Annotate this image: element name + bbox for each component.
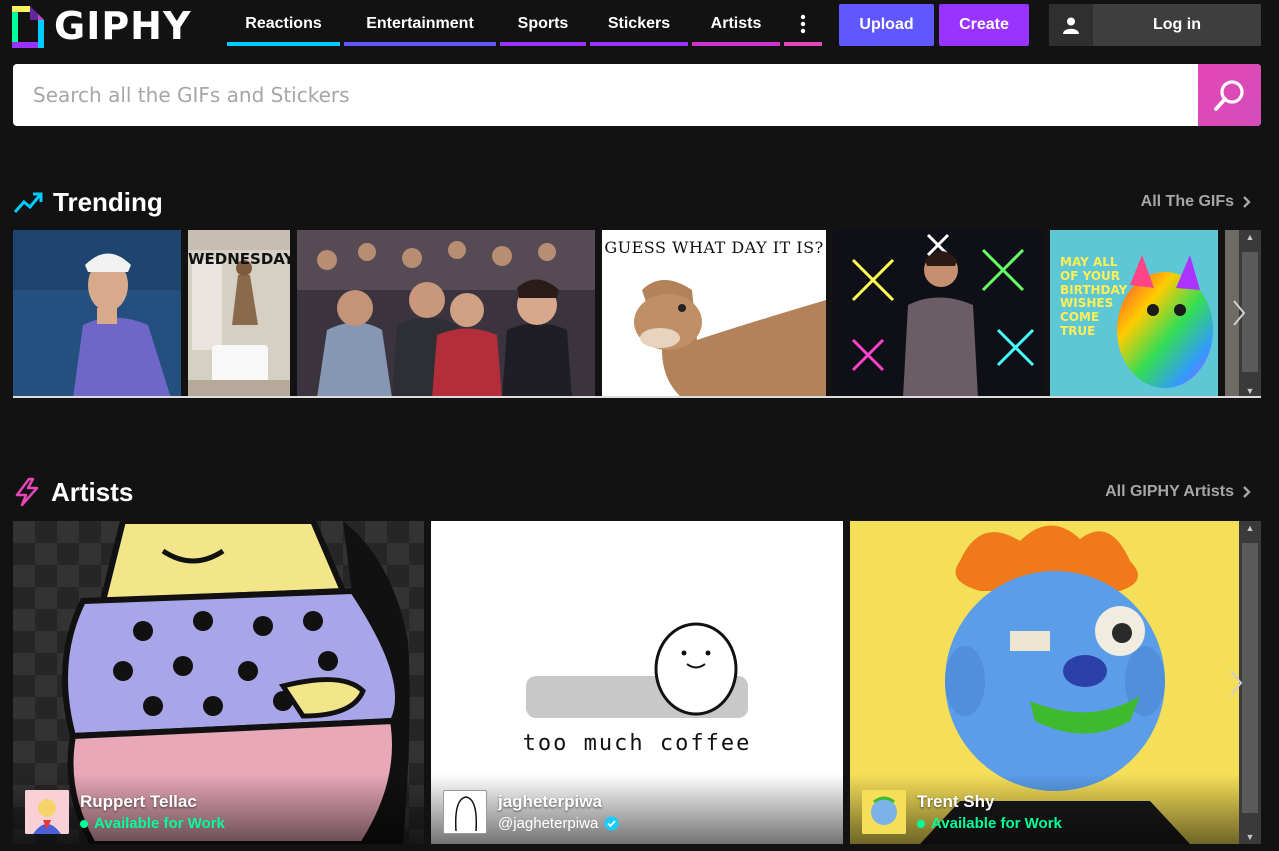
artist-handle[interactable]: @jagheterpiwa bbox=[498, 815, 598, 832]
artist-card-jagheterpiwa[interactable]: too much coffee jagheterpiwa @jagheterpi… bbox=[431, 521, 843, 844]
giphy-wordmark: GIPHY bbox=[54, 4, 192, 48]
nav-reactions-label: Reactions bbox=[245, 15, 322, 32]
nav-reactions-underline bbox=[227, 42, 340, 46]
header: GIPHY Reactions Entertainment Sports Sti… bbox=[0, 0, 1279, 56]
main-nav: Reactions Entertainment Sports Stickers … bbox=[227, 0, 826, 48]
artist-card-footer bbox=[850, 774, 1261, 844]
artists-header: Artists All GIPHY Artists bbox=[13, 472, 1261, 512]
nav-stickers-label: Stickers bbox=[607, 15, 671, 32]
artist-card-ruppert-tellac[interactable]: Ruppert Tellac Available for Work bbox=[13, 521, 424, 844]
carousel-next-icon[interactable] bbox=[1231, 298, 1247, 328]
scroll-up-arrow-icon[interactable]: ▲ bbox=[1239, 230, 1261, 244]
trending-gif-dancer[interactable] bbox=[833, 230, 1043, 398]
availability-label: Available for Work bbox=[94, 815, 225, 832]
giphy-logo-icon bbox=[12, 6, 46, 48]
nav-stickers[interactable]: Stickers bbox=[590, 0, 688, 48]
search-icon bbox=[1213, 80, 1244, 111]
artist-card-footer bbox=[431, 774, 843, 844]
available-status-dot bbox=[917, 819, 925, 828]
chevron-right-icon bbox=[1243, 196, 1251, 208]
artist-availability: Available for Work bbox=[80, 815, 225, 832]
artists-scroll-thumb[interactable] bbox=[1242, 543, 1258, 813]
artist-card-footer bbox=[13, 774, 424, 844]
upload-button[interactable]: Upload bbox=[839, 4, 934, 46]
all-gifs-label: All The GIFs bbox=[1140, 193, 1234, 210]
all-artists-link[interactable]: All GIPHY Artists bbox=[1105, 483, 1251, 501]
artist-name[interactable]: jagheterpiwa bbox=[498, 792, 602, 812]
all-artists-label: All GIPHY Artists bbox=[1105, 483, 1234, 500]
artist-gif-caption: too much coffee bbox=[522, 731, 752, 756]
chevron-right-icon bbox=[1243, 486, 1251, 498]
trending-icon bbox=[13, 192, 43, 214]
gif-caption-wednesday: WEDNESDAY bbox=[188, 250, 290, 268]
artist-card-trent-shy[interactable]: Trent Shy Available for Work bbox=[850, 521, 1261, 844]
trending-gif-crowd[interactable] bbox=[297, 230, 595, 398]
search-input[interactable] bbox=[13, 64, 1198, 126]
artist-avatar[interactable] bbox=[862, 790, 906, 834]
nav-artists-underline bbox=[692, 42, 780, 46]
artist-name[interactable]: Trent Shy bbox=[917, 792, 994, 812]
trending-header: Trending All The GIFs bbox=[13, 182, 1261, 222]
giphy-logo[interactable]: GIPHY bbox=[12, 4, 192, 48]
carousel-next-icon[interactable] bbox=[1228, 668, 1244, 698]
nav-more-underline bbox=[784, 42, 822, 46]
login-label: Log in bbox=[1153, 16, 1201, 33]
search-bar bbox=[13, 64, 1261, 126]
nav-reactions[interactable]: Reactions bbox=[227, 0, 340, 48]
trending-gif-rainbow-cat[interactable]: MAY ALL OF YOUR BIRTHDAY WISHES COME TRU… bbox=[1050, 230, 1218, 398]
nav-artists[interactable]: Artists bbox=[692, 0, 780, 48]
nav-entertainment[interactable]: Entertainment bbox=[344, 0, 496, 48]
available-status-dot bbox=[80, 819, 88, 828]
artist-avatar[interactable] bbox=[443, 790, 487, 834]
gif-caption-camel: GUESS WHAT DAY IT IS? bbox=[604, 238, 824, 257]
login-button[interactable]: Log in bbox=[1049, 4, 1261, 46]
create-button[interactable]: Create bbox=[939, 4, 1029, 46]
search-button[interactable] bbox=[1198, 64, 1261, 126]
scroll-down-arrow-icon[interactable]: ▼ bbox=[1239, 830, 1261, 844]
user-icon bbox=[1049, 4, 1093, 46]
verified-badge-icon bbox=[604, 816, 619, 831]
nav-entertainment-label: Entertainment bbox=[366, 15, 474, 32]
all-gifs-link[interactable]: All The GIFs bbox=[1141, 193, 1251, 211]
scroll-up-arrow-icon[interactable]: ▲ bbox=[1239, 521, 1261, 535]
artist-availability: Available for Work bbox=[917, 815, 1062, 832]
trending-gif-tennis[interactable] bbox=[13, 230, 181, 398]
nav-sports[interactable]: Sports bbox=[500, 0, 586, 48]
nav-artists-label: Artists bbox=[710, 15, 762, 32]
artists-title: Artists bbox=[51, 476, 134, 507]
trending-title: Trending bbox=[53, 186, 163, 217]
artist-name[interactable]: Ruppert Tellac bbox=[80, 792, 197, 812]
nav-sports-underline bbox=[500, 42, 586, 46]
nav-stickers-underline bbox=[590, 42, 688, 46]
availability-label: Available for Work bbox=[931, 815, 1062, 832]
artist-handle-row: @jagheterpiwa bbox=[498, 815, 619, 832]
trending-divider bbox=[13, 396, 1261, 398]
more-vertical-icon bbox=[800, 14, 806, 34]
nav-more-button[interactable] bbox=[784, 0, 822, 48]
nav-sports-label: Sports bbox=[517, 15, 569, 32]
trending-carousel: WEDNESDAY GUESS WHAT DAY IT IS? MAY ALL … bbox=[13, 230, 1261, 398]
gif-caption-birthday: MAY ALL OF YOUR BIRTHDAY WISHES COME TRU… bbox=[1060, 255, 1128, 338]
lightning-bolt-icon bbox=[15, 477, 39, 507]
trending-gif-camel[interactable]: GUESS WHAT DAY IT IS? bbox=[602, 230, 826, 398]
artist-avatar[interactable] bbox=[25, 790, 69, 834]
nav-entertainment-underline bbox=[344, 42, 496, 46]
trending-gif-wednesday[interactable]: WEDNESDAY bbox=[188, 230, 290, 398]
